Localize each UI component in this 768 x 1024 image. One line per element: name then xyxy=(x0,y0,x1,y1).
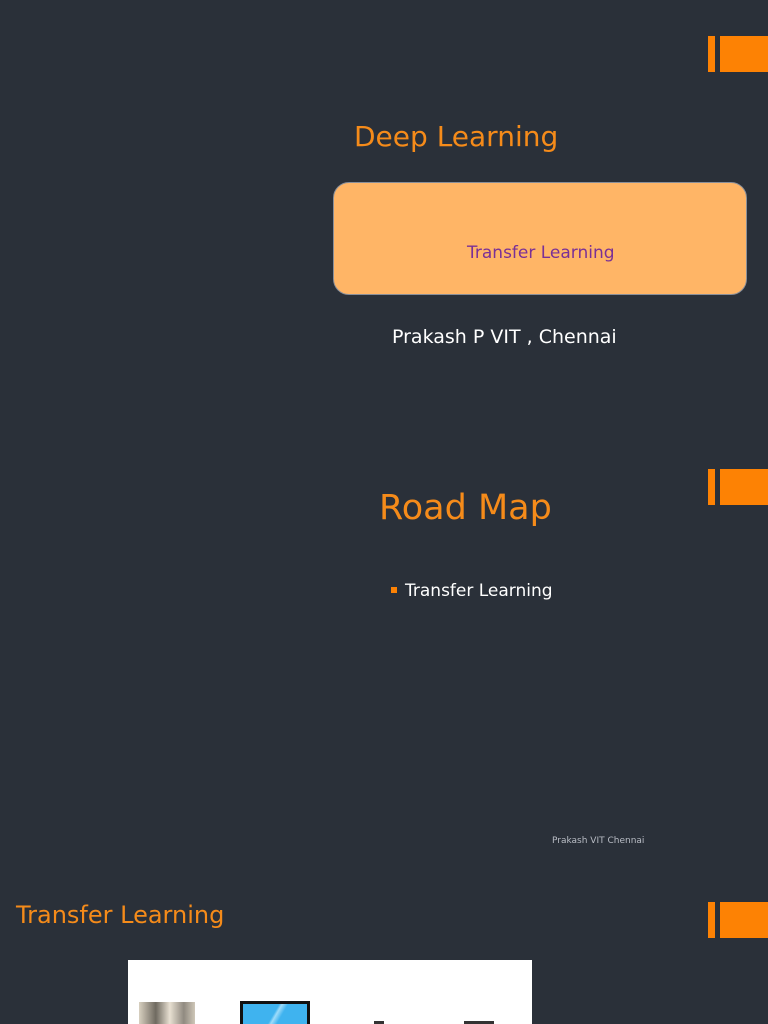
bullet-square-icon xyxy=(391,587,397,593)
marker-thick-bar xyxy=(720,36,768,72)
slide-corner-marker xyxy=(708,469,768,505)
document-page: Deep Learning Transfer Learning Prakash … xyxy=(0,0,768,1024)
slide-corner-marker xyxy=(708,36,768,72)
marker-thin-bar xyxy=(708,902,715,938)
bullet-text: Transfer Learning xyxy=(405,581,553,601)
slide-road-map: Road Map Transfer Learning Prakash VIT C… xyxy=(0,434,768,868)
photo-thumbnail xyxy=(139,1002,195,1024)
subtitle-text: Transfer Learning xyxy=(467,243,615,263)
subtitle-box: Transfer Learning xyxy=(333,182,747,295)
marker-thick-bar xyxy=(720,902,768,938)
marker-thin-bar xyxy=(708,36,715,72)
transfer-learning-heading: Transfer Learning xyxy=(16,901,225,929)
monitor-icon xyxy=(240,1001,310,1024)
monitor-screen xyxy=(243,1004,307,1024)
marker-thin-bar xyxy=(708,469,715,505)
slide-title: Deep Learning Transfer Learning Prakash … xyxy=(0,0,768,434)
figure-panel xyxy=(128,960,532,1024)
slide-transfer-learning: Transfer Learning xyxy=(0,868,768,1024)
road-map-heading: Road Map xyxy=(379,488,552,528)
marker-thick-bar xyxy=(720,469,768,505)
slide-title-heading: Deep Learning xyxy=(354,120,559,153)
slide-footer: Prakash VIT Chennai xyxy=(552,836,645,846)
slide-corner-marker xyxy=(708,902,768,938)
author-line: Prakash P VIT , Chennai xyxy=(392,326,617,348)
